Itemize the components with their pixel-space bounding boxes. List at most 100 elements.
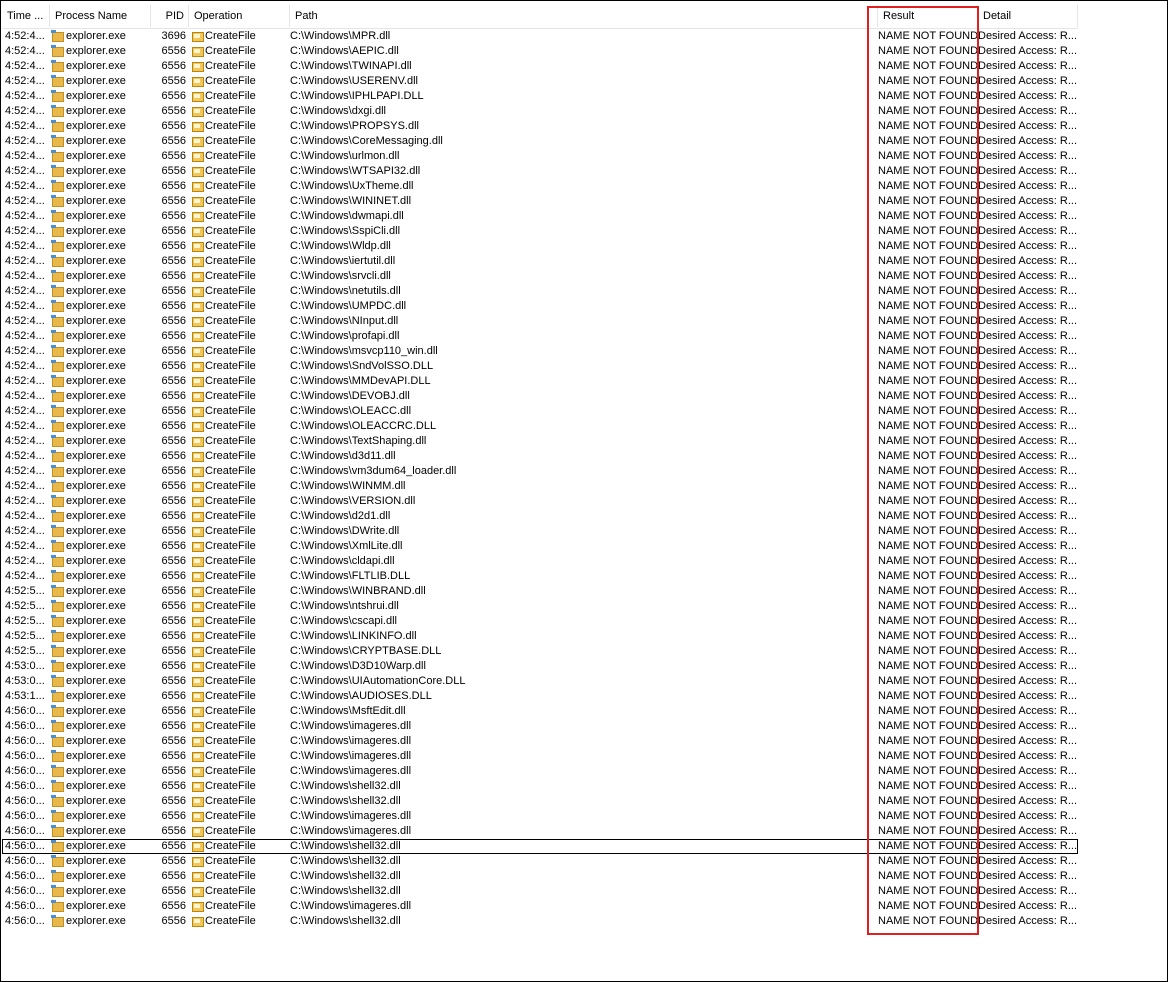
- cell-result: NAME NOT FOUND: [878, 60, 978, 72]
- table-row[interactable]: 4:52:4... explorer.exe 6556 CreateFile C:\Wi…: [2, 539, 1078, 554]
- table-row[interactable]: 4:52:4... explorer.exe 6556 CreateFile C:\Wi…: [2, 449, 1078, 464]
- operation-text: CreateFile: [205, 150, 256, 162]
- table-row[interactable]: 4:52:5... explorer.exe 6556 CreateFile C:\Wi…: [2, 629, 1078, 644]
- explorer-folder-icon: [51, 840, 64, 852]
- cell-path: C:\Windows\TWINAPI.dll: [290, 60, 412, 72]
- table-row[interactable]: 4:52:4... explorer.exe 6556 CreateFile C:\Wi…: [2, 164, 1078, 179]
- cell-result: NAME NOT FOUND: [878, 360, 978, 372]
- cell-time: 4:56:0...: [5, 885, 45, 897]
- column-header-operation[interactable]: Operation: [189, 5, 290, 27]
- table-row[interactable]: 4:52:5... explorer.exe 6556 CreateFile C:\Wi…: [2, 614, 1078, 629]
- cell-path: C:\Windows\shell32.dll: [290, 855, 401, 867]
- table-row[interactable]: 4:52:4... explorer.exe 6556 CreateFile C:\Wi…: [2, 254, 1078, 269]
- explorer-folder-icon: [51, 540, 64, 552]
- table-row[interactable]: 4:52:4... explorer.exe 6556 CreateFile C:\Wi…: [2, 224, 1078, 239]
- cell-time: 4:52:5...: [5, 585, 45, 597]
- operation-text: CreateFile: [205, 360, 256, 372]
- cell-operation: CreateFile: [191, 764, 287, 779]
- table-row[interactable]: 4:52:4... explorer.exe 6556 CreateFile C:\Wi…: [2, 269, 1078, 284]
- table-row[interactable]: 4:53:0... explorer.exe 6556 CreateFile C:\Wi…: [2, 674, 1078, 689]
- table-row[interactable]: 4:52:4... explorer.exe 6556 CreateFile C:\Wi…: [2, 74, 1078, 89]
- table-row[interactable]: 4:52:4... explorer.exe 6556 CreateFile C:\Wi…: [2, 404, 1078, 419]
- process-name-text: explorer.exe: [66, 810, 126, 822]
- table-row[interactable]: 4:52:4... explorer.exe 6556 CreateFile C:\Wi…: [2, 434, 1078, 449]
- table-row[interactable]: 4:52:5... explorer.exe 6556 CreateFile C:\Wi…: [2, 644, 1078, 659]
- cell-time: 4:52:4...: [5, 45, 45, 57]
- cell-result: NAME NOT FOUND: [878, 195, 978, 207]
- cell-path: C:\Windows\OLEACCRC.DLL: [290, 420, 437, 432]
- table-row[interactable]: 4:56:0... explorer.exe 6556 CreateFile C:\Wi…: [2, 779, 1078, 794]
- table-row[interactable]: 4:53:0... explorer.exe 6556 CreateFile C:\Wi…: [2, 659, 1078, 674]
- table-row[interactable]: 4:56:0... explorer.exe 6556 CreateFile C:\Wi…: [2, 854, 1078, 869]
- table-row[interactable]: 4:56:0... explorer.exe 6556 CreateFile C:\Wi…: [2, 914, 1078, 929]
- table-row[interactable]: 4:52:4... explorer.exe 6556 CreateFile C:\Wi…: [2, 344, 1078, 359]
- table-row[interactable]: 4:52:4... explorer.exe 6556 CreateFile C:\Wi…: [2, 524, 1078, 539]
- filesystem-createfile-icon: [191, 810, 204, 822]
- table-row[interactable]: 4:52:4... explorer.exe 6556 CreateFile C:\Wi…: [2, 464, 1078, 479]
- table-row[interactable]: 4:56:0... explorer.exe 6556 CreateFile C:\Wi…: [2, 839, 1078, 854]
- table-row[interactable]: 4:56:0... explorer.exe 6556 CreateFile C:\Wi…: [2, 824, 1078, 839]
- process-name-text: explorer.exe: [66, 270, 126, 282]
- table-row[interactable]: 4:52:4... explorer.exe 6556 CreateFile C:\Wi…: [2, 59, 1078, 74]
- table-row[interactable]: 4:56:0... explorer.exe 6556 CreateFile C:\Wi…: [2, 809, 1078, 824]
- table-row[interactable]: 4:52:4... explorer.exe 6556 CreateFile C:\Wi…: [2, 44, 1078, 59]
- column-header-process-name[interactable]: Process Name: [50, 5, 151, 27]
- cell-time: 4:52:4...: [5, 330, 45, 342]
- table-row[interactable]: 4:52:4... explorer.exe 6556 CreateFile C:\Wi…: [2, 194, 1078, 209]
- table-row[interactable]: 4:56:0... explorer.exe 6556 CreateFile C:\Wi…: [2, 749, 1078, 764]
- cell-detail: Desired Access: R...: [978, 165, 1077, 177]
- cell-result: NAME NOT FOUND: [878, 900, 978, 912]
- table-row[interactable]: 4:56:0... explorer.exe 6556 CreateFile C:\Wi…: [2, 884, 1078, 899]
- table-row[interactable]: 4:56:0... explorer.exe 6556 CreateFile C:\Wi…: [2, 734, 1078, 749]
- table-row[interactable]: 4:56:0... explorer.exe 6556 CreateFile C:\Wi…: [2, 899, 1078, 914]
- table-row[interactable]: 4:52:4... explorer.exe 6556 CreateFile C:\Wi…: [2, 299, 1078, 314]
- table-row[interactable]: 4:52:4... explorer.exe 6556 CreateFile C:\Wi…: [2, 554, 1078, 569]
- table-row[interactable]: 4:52:4... explorer.exe 6556 CreateFile C:\Wi…: [2, 419, 1078, 434]
- cell-process-name: explorer.exe: [51, 209, 149, 224]
- table-row[interactable]: 4:52:4... explorer.exe 6556 CreateFile C:\Wi…: [2, 119, 1078, 134]
- process-name-text: explorer.exe: [66, 330, 126, 342]
- operation-text: CreateFile: [205, 615, 256, 627]
- table-row[interactable]: 4:52:4... explorer.exe 6556 CreateFile C:\Wi…: [2, 209, 1078, 224]
- table-row[interactable]: 4:52:4... explorer.exe 6556 CreateFile C:\Wi…: [2, 389, 1078, 404]
- table-row[interactable]: 4:56:0... explorer.exe 6556 CreateFile C:\Wi…: [2, 719, 1078, 734]
- column-header-pid[interactable]: PID: [151, 5, 189, 27]
- cell-operation: CreateFile: [191, 224, 287, 239]
- table-row[interactable]: 4:52:4... explorer.exe 6556 CreateFile C:\Wi…: [2, 359, 1078, 374]
- table-row[interactable]: 4:52:4... explorer.exe 6556 CreateFile C:\Wi…: [2, 329, 1078, 344]
- cell-operation: CreateFile: [191, 554, 287, 569]
- table-row[interactable]: 4:52:4... explorer.exe 6556 CreateFile C:\Wi…: [2, 284, 1078, 299]
- cell-pid: 6556: [161, 645, 186, 657]
- cell-detail: Desired Access: R...: [978, 570, 1077, 582]
- table-row[interactable]: 4:52:4... explorer.exe 6556 CreateFile C:\Wi…: [2, 314, 1078, 329]
- cell-process-name: explorer.exe: [51, 269, 149, 284]
- cell-path: C:\Windows\imageres.dll: [290, 735, 412, 747]
- cell-pid: 6556: [161, 465, 186, 477]
- table-row[interactable]: 4:52:5... explorer.exe 6556 CreateFile C:\Wi…: [2, 584, 1078, 599]
- table-row[interactable]: 4:52:4... explorer.exe 6556 CreateFile C:\Wi…: [2, 149, 1078, 164]
- table-row[interactable]: 4:52:4... explorer.exe 6556 CreateFile C:\Wi…: [2, 509, 1078, 524]
- column-header-time[interactable]: Time ...: [2, 5, 50, 27]
- table-row[interactable]: 4:52:4... explorer.exe 6556 CreateFile C:\Wi…: [2, 374, 1078, 389]
- table-row[interactable]: 4:52:4... explorer.exe 6556 CreateFile C:\Wi…: [2, 179, 1078, 194]
- column-header-result[interactable]: Result: [878, 5, 978, 27]
- table-row[interactable]: 4:52:4... explorer.exe 6556 CreateFile C:\Wi…: [2, 134, 1078, 149]
- table-row[interactable]: 4:52:4... explorer.exe 6556 CreateFile C:\Wi…: [2, 479, 1078, 494]
- table-row[interactable]: 4:52:4... explorer.exe 6556 CreateFile C:\Wi…: [2, 239, 1078, 254]
- table-row[interactable]: 4:52:4... explorer.exe 6556 CreateFile C:\Wi…: [2, 89, 1078, 104]
- table-row[interactable]: 4:56:0... explorer.exe 6556 CreateFile C:\Wi…: [2, 764, 1078, 779]
- table-row[interactable]: 4:53:1... explorer.exe 6556 CreateFile C:\Wi…: [2, 689, 1078, 704]
- process-name-text: explorer.exe: [66, 690, 126, 702]
- table-row[interactable]: 4:56:0... explorer.exe 6556 CreateFile C:\Wi…: [2, 794, 1078, 809]
- table-row[interactable]: 4:52:4... explorer.exe 3696 CreateFile C:\Wi…: [2, 29, 1078, 44]
- table-row[interactable]: 4:52:4... explorer.exe 6556 CreateFile C:\Wi…: [2, 569, 1078, 584]
- explorer-folder-icon: [51, 810, 64, 822]
- table-row[interactable]: 4:56:0... explorer.exe 6556 CreateFile C:\Wi…: [2, 869, 1078, 884]
- column-header-path[interactable]: Path: [290, 5, 878, 27]
- cell-result: NAME NOT FOUND: [878, 450, 978, 462]
- column-header-detail[interactable]: Detail: [978, 5, 1078, 27]
- table-row[interactable]: 4:52:4... explorer.exe 6556 CreateFile C:\Wi…: [2, 104, 1078, 119]
- table-row[interactable]: 4:52:5... explorer.exe 6556 CreateFile C:\Wi…: [2, 599, 1078, 614]
- table-row[interactable]: 4:52:4... explorer.exe 6556 CreateFile C:\Wi…: [2, 494, 1078, 509]
- table-row[interactable]: 4:56:0... explorer.exe 6556 CreateFile C:\Wi…: [2, 704, 1078, 719]
